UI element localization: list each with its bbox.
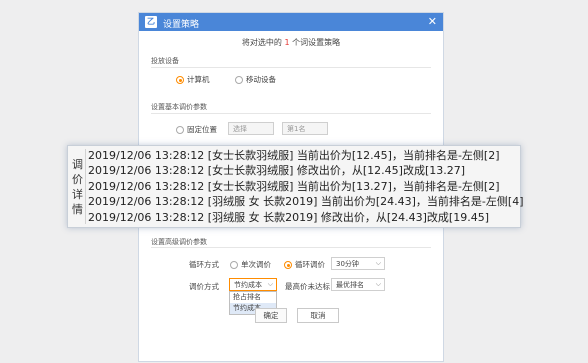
log-line: 2019/12/06 13:28:12 [女士长款羽绒服] 当前出价为[13.2…: [88, 179, 500, 193]
subtitle-prefix: 将对选中的: [241, 38, 282, 47]
subtitle-suffix: 个词设置策略: [292, 38, 341, 47]
fixed-position-label: 固定位置: [187, 125, 217, 134]
max-price-select[interactable]: 最优排名 ⌵: [331, 278, 385, 291]
section-divider: [151, 67, 431, 68]
adjust-mode-label: 调价方式: [189, 282, 219, 291]
dialog-subtitle: 将对选中的 1 个词设置策略: [139, 37, 443, 48]
radio-loop-label: 循环调价: [295, 260, 325, 269]
cancel-button[interactable]: 取消: [297, 308, 339, 323]
radio-computer[interactable]: [176, 76, 184, 84]
log-line: 2019/12/06 13:28:12 [女士长款羽绒服] 修改出价，从[12.…: [88, 164, 466, 178]
dialog-titlebar: 乙 设置策略 ✕: [139, 13, 443, 31]
ok-button[interactable]: 确定: [255, 308, 287, 323]
log-line: 2019/12/06 13:28:12 [羽绒服 女 长款2019] 修改出价，…: [88, 210, 490, 224]
advanced-section-label: 设置高级调价参数: [151, 238, 207, 246]
panel-label-char: 调: [72, 157, 83, 171]
price-details-panel: 调 价 详 情 2019/12/06 13:28:12 [女士长款羽绒服] 当前…: [67, 145, 524, 228]
rank-select[interactable]: 第1名: [282, 122, 328, 135]
max-price-value: 最优排名: [336, 281, 364, 289]
radio-single[interactable]: [230, 261, 238, 269]
basic-section-label: 设置基本调价参数: [151, 103, 207, 111]
radio-fixed-position[interactable]: [176, 126, 184, 134]
rank-select-placeholder: 第1名: [287, 125, 306, 133]
log-line: 2019/12/06 13:28:12 [羽绒服 女 长款2019] 当前出价为…: [88, 195, 524, 209]
panel-label-char: 情: [72, 202, 83, 216]
chevron-down-icon: ⌵: [375, 259, 381, 267]
delivery-section-label: 投放设备: [151, 57, 179, 65]
app-logo-icon: 乙: [145, 16, 157, 28]
chevron-down-icon: ⌵: [267, 280, 273, 288]
interval-value: 30分钟: [336, 260, 359, 268]
loop-mode-label: 循环方式: [189, 260, 219, 269]
radio-mobile-label: 移动设备: [246, 75, 276, 84]
price-log: 2019/12/06 13:28:12 [女士长款羽绒服] 当前出价为[12.4…: [88, 148, 524, 225]
dialog-title: 设置策略: [163, 20, 200, 30]
interval-select[interactable]: 30分钟 ⌵: [331, 257, 385, 270]
close-icon[interactable]: ✕: [428, 15, 437, 28]
selected-count: 1: [284, 38, 290, 47]
panel-label: 调 价 详 情: [70, 149, 86, 224]
max-price-label: 最高价未达标: [285, 282, 330, 291]
radio-loop[interactable]: [284, 261, 292, 269]
section-divider: [151, 113, 431, 114]
dropdown-option-grab-rank[interactable]: 抢占排名: [230, 292, 276, 303]
radio-mobile[interactable]: [235, 76, 243, 84]
section-divider: [151, 247, 431, 248]
adjust-mode-value: 节约成本: [234, 281, 262, 289]
log-line: 2019/12/06 13:28:12 [女士长款羽绒服] 当前出价为[12.4…: [88, 149, 500, 162]
position-select-placeholder: 选择: [233, 125, 247, 133]
panel-label-char: 价: [72, 172, 83, 186]
radio-single-label: 单次调价: [241, 260, 271, 269]
radio-computer-label: 计算机: [187, 75, 210, 84]
adjust-mode-select[interactable]: 节约成本 ⌵: [229, 278, 277, 291]
chevron-down-icon: ⌵: [375, 280, 381, 288]
position-select[interactable]: 选择: [228, 122, 274, 135]
panel-label-char: 详: [72, 187, 83, 201]
